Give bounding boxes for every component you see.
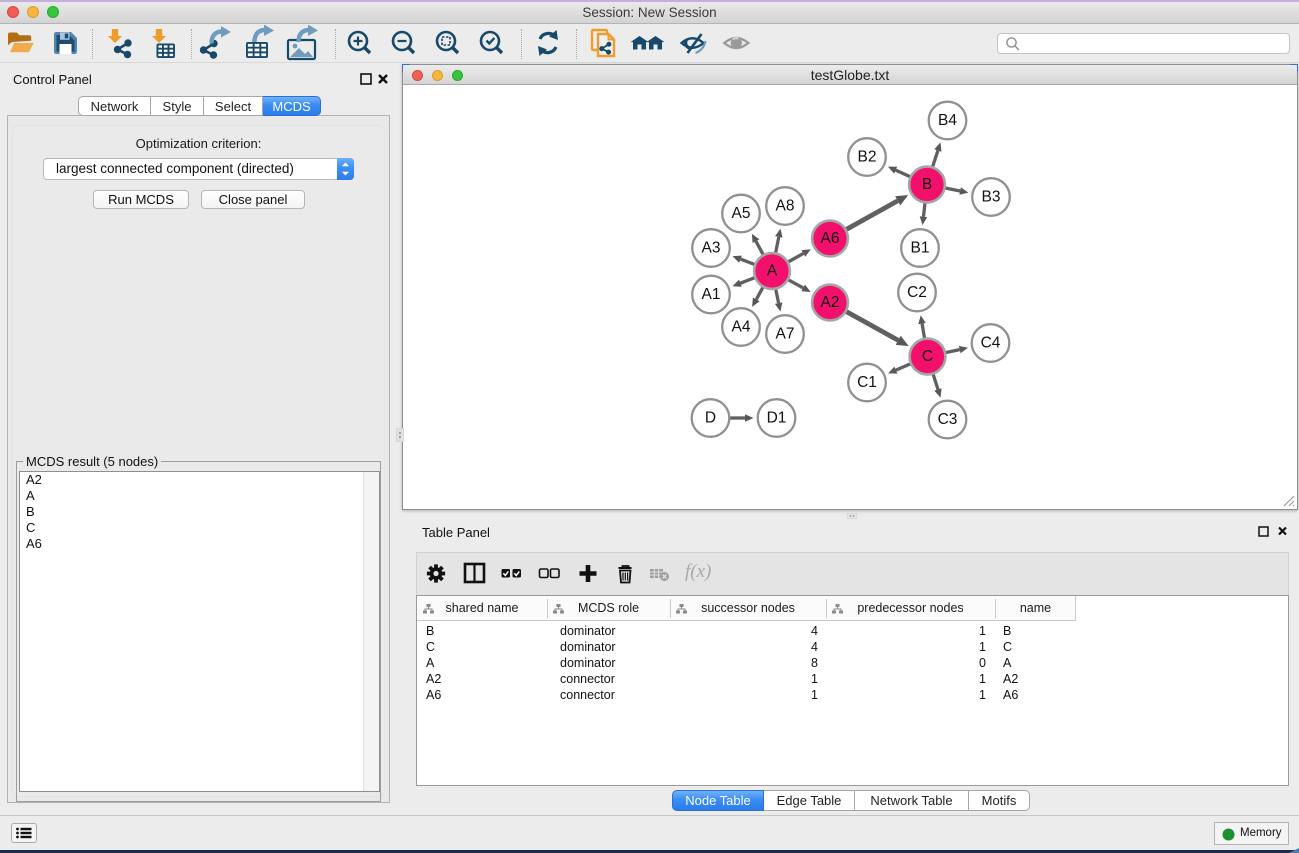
- svg-text:A7: A7: [776, 326, 795, 343]
- svg-text:D1: D1: [767, 410, 787, 427]
- svg-text:A8: A8: [776, 198, 795, 215]
- svg-text:A1: A1: [702, 286, 721, 303]
- svg-text:A4: A4: [732, 319, 751, 336]
- svg-text:A: A: [767, 263, 778, 280]
- svg-text:C3: C3: [938, 411, 958, 428]
- svg-text:C1: C1: [857, 374, 877, 391]
- svg-text:C: C: [922, 348, 933, 365]
- svg-text:A3: A3: [702, 240, 721, 257]
- svg-text:B1: B1: [911, 240, 930, 257]
- svg-text:B2: B2: [858, 149, 877, 166]
- svg-text:B: B: [922, 176, 932, 193]
- svg-text:B3: B3: [982, 189, 1001, 206]
- svg-text:B4: B4: [938, 112, 957, 129]
- svg-text:D: D: [705, 410, 716, 427]
- svg-text:A5: A5: [732, 205, 751, 222]
- svg-text:C4: C4: [981, 335, 1001, 352]
- svg-text:A6: A6: [821, 230, 840, 247]
- svg-text:A2: A2: [821, 294, 840, 311]
- svg-text:C2: C2: [907, 284, 927, 301]
